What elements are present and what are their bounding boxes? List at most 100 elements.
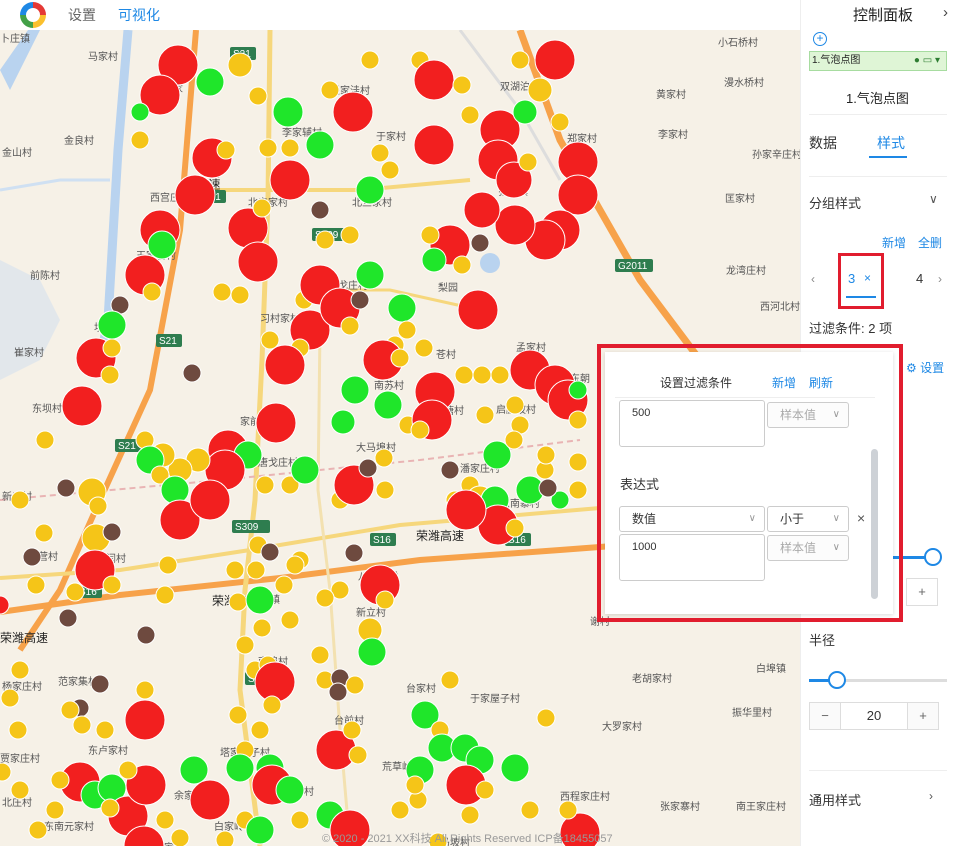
group-tab-4[interactable]: 4 bbox=[916, 271, 923, 286]
bubble-marker[interactable] bbox=[568, 480, 588, 500]
bubble-marker[interactable] bbox=[212, 282, 232, 302]
bubble-marker[interactable] bbox=[237, 241, 279, 283]
value-textarea-1[interactable]: 500 bbox=[619, 400, 765, 447]
bubble-marker[interactable] bbox=[275, 775, 305, 805]
bubble-marker[interactable] bbox=[264, 344, 306, 386]
bubble-marker[interactable] bbox=[518, 152, 538, 172]
size-increment-button[interactable]: + bbox=[906, 578, 938, 606]
bubble-marker[interactable] bbox=[22, 547, 42, 567]
bubble-marker[interactable] bbox=[421, 247, 447, 273]
bubble-marker[interactable] bbox=[512, 99, 538, 125]
bubble-marker[interactable] bbox=[505, 395, 525, 415]
bubble-marker[interactable] bbox=[45, 800, 65, 820]
bubble-marker[interactable] bbox=[342, 720, 362, 740]
bubble-marker[interactable] bbox=[305, 130, 335, 160]
bubble-marker[interactable] bbox=[124, 699, 166, 741]
bubble-marker[interactable] bbox=[463, 191, 501, 229]
bubble-marker[interactable] bbox=[10, 490, 30, 510]
bubble-marker[interactable] bbox=[370, 143, 390, 163]
bubble-marker[interactable] bbox=[235, 635, 255, 655]
bubble-marker[interactable] bbox=[390, 348, 410, 368]
bubble-marker[interactable] bbox=[280, 138, 300, 158]
bubble-marker[interactable] bbox=[61, 385, 103, 427]
chevron-right-icon[interactable]: › bbox=[943, 4, 948, 21]
bubble-marker[interactable] bbox=[250, 720, 270, 740]
bubble-marker[interactable] bbox=[440, 460, 460, 480]
bubble-marker[interactable] bbox=[100, 798, 120, 818]
bubble-marker[interactable] bbox=[50, 770, 70, 790]
bubble-marker[interactable] bbox=[102, 338, 122, 358]
bubble-marker[interactable] bbox=[357, 637, 387, 667]
sample-value-select-2[interactable]: 样本值 ∨ bbox=[767, 535, 849, 561]
bubble-marker[interactable] bbox=[147, 230, 177, 260]
bubble-marker[interactable] bbox=[538, 478, 558, 498]
bubble-marker[interactable] bbox=[90, 674, 110, 694]
bubble-marker[interactable] bbox=[568, 452, 588, 472]
bubble-marker[interactable] bbox=[414, 338, 434, 358]
bubble-marker[interactable] bbox=[536, 708, 556, 728]
bubble-marker[interactable] bbox=[34, 523, 54, 543]
filter-settings-button[interactable]: ⚙ 设置 bbox=[906, 359, 944, 376]
bubble-marker[interactable] bbox=[195, 67, 225, 97]
bubble-marker[interactable] bbox=[505, 518, 525, 538]
bubble-marker[interactable] bbox=[500, 753, 530, 783]
group-tab-3[interactable]: 3 bbox=[848, 271, 855, 286]
bubble-marker[interactable] bbox=[215, 830, 235, 846]
bubble-marker[interactable] bbox=[290, 810, 310, 830]
bubble-marker[interactable] bbox=[504, 430, 524, 450]
bubble-marker[interactable] bbox=[136, 625, 156, 645]
chevron-down-icon[interactable]: ∨ bbox=[929, 192, 938, 206]
popup-refresh-button[interactable]: 刷新 bbox=[809, 374, 833, 391]
bubble-marker[interactable] bbox=[355, 260, 385, 290]
field-select[interactable]: 数值 ∨ bbox=[619, 506, 765, 532]
popup-add-button[interactable]: 新增 bbox=[772, 374, 796, 391]
tab-settings[interactable]: 设置 bbox=[68, 5, 96, 25]
bubble-marker[interactable] bbox=[258, 138, 278, 158]
group-style-header[interactable]: 分组样式 bbox=[809, 193, 861, 212]
popup-scrollbar[interactable] bbox=[871, 449, 878, 599]
bubble-marker[interactable] bbox=[290, 455, 320, 485]
radius-decrement-button[interactable]: − bbox=[810, 703, 840, 729]
add-layer-icon[interactable]: + bbox=[813, 32, 827, 46]
bubble-marker[interactable] bbox=[216, 140, 236, 160]
bubble-marker[interactable] bbox=[8, 720, 28, 740]
bubble-marker[interactable] bbox=[142, 282, 162, 302]
bubble-marker[interactable] bbox=[225, 753, 255, 783]
bubble-marker[interactable] bbox=[88, 496, 108, 516]
bubble-marker[interactable] bbox=[245, 815, 275, 845]
radius-input[interactable]: 20 bbox=[840, 703, 908, 729]
bubble-marker[interactable] bbox=[65, 582, 85, 602]
bubble-marker[interactable] bbox=[248, 86, 268, 106]
bubble-marker[interactable] bbox=[460, 805, 480, 825]
bubble-marker[interactable] bbox=[340, 375, 370, 405]
bubble-marker[interactable] bbox=[274, 575, 294, 595]
bubble-marker[interactable] bbox=[350, 290, 370, 310]
layer-item[interactable]: 1.气泡点图 ● ▭ ▾ bbox=[809, 51, 947, 71]
bubble-marker[interactable] bbox=[28, 820, 48, 840]
bubble-marker[interactable] bbox=[10, 660, 30, 680]
bubble-marker[interactable] bbox=[550, 112, 570, 132]
bubble-marker[interactable] bbox=[35, 430, 55, 450]
bubble-marker[interactable] bbox=[420, 225, 440, 245]
remove-condition-icon[interactable]: × bbox=[857, 510, 865, 526]
bubble-marker[interactable] bbox=[527, 77, 553, 103]
bubble-marker[interactable] bbox=[102, 522, 122, 542]
bubble-marker[interactable] bbox=[557, 174, 599, 216]
bubble-marker[interactable] bbox=[472, 365, 492, 385]
bubble-marker[interactable] bbox=[0, 688, 20, 708]
bubble-marker[interactable] bbox=[182, 363, 202, 383]
tab-data[interactable]: 数据 bbox=[809, 133, 837, 153]
bubble-marker[interactable] bbox=[405, 775, 425, 795]
bubble-marker[interactable] bbox=[358, 458, 378, 478]
bubble-marker[interactable] bbox=[252, 618, 272, 638]
bubble-marker[interactable] bbox=[56, 478, 76, 498]
bubble-marker[interactable] bbox=[310, 645, 330, 665]
bubble-marker[interactable] bbox=[160, 475, 190, 505]
bubble-marker[interactable] bbox=[510, 50, 530, 70]
bubble-marker[interactable] bbox=[340, 225, 360, 245]
bubble-marker[interactable] bbox=[228, 592, 248, 612]
bubble-marker[interactable] bbox=[230, 285, 250, 305]
bubble-marker[interactable] bbox=[520, 800, 540, 820]
bubble-marker[interactable] bbox=[260, 542, 280, 562]
bubble-marker[interactable] bbox=[0, 762, 12, 782]
